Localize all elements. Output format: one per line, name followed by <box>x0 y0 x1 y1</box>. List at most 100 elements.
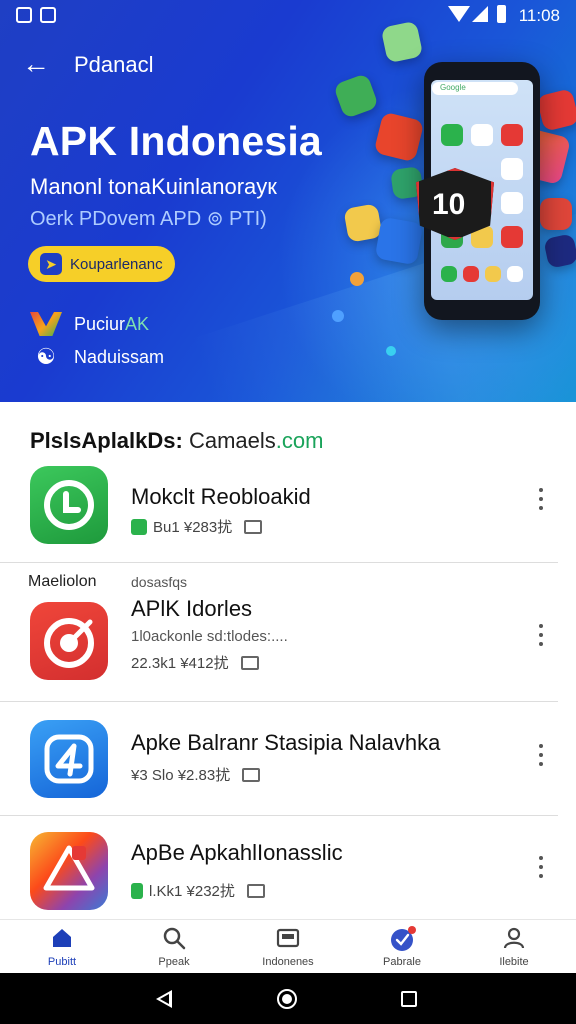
badge-number: 10 <box>432 188 466 221</box>
phone-app-icon <box>441 124 463 146</box>
more-options-icon[interactable] <box>536 624 546 646</box>
app-list-item[interactable]: Mokclt Reobloakid Bu1 ¥283扰 <box>0 466 576 562</box>
nav-apps[interactable]: Indonenes <box>238 926 338 968</box>
app-meta: 22.3k1 ¥412扰 <box>131 652 259 673</box>
hero-title: APK Indonesia <box>30 118 322 164</box>
phone-app-icon <box>501 124 523 146</box>
battery-icon <box>497 5 506 23</box>
check-badge-icon <box>390 926 416 951</box>
category-icon <box>131 518 147 535</box>
nav-search[interactable]: Ppeak <box>124 926 224 968</box>
system-home-icon-inner <box>282 994 292 1004</box>
app-icon <box>30 466 108 544</box>
app-meta-text: 22.3k1 ¥412扰 <box>131 655 229 672</box>
app-icon <box>30 720 108 798</box>
system-recents-icon[interactable] <box>401 991 417 1007</box>
drive-icon <box>43 845 95 891</box>
app-name: Mokclt Reobloakid <box>131 484 311 509</box>
wifi-icon <box>448 6 470 22</box>
clock-icon <box>44 480 94 530</box>
phone-app-icon <box>463 266 479 282</box>
phone-search-text: Google <box>440 83 466 92</box>
hero-badge-row: ☯ Naduissam <box>30 345 164 369</box>
app-name: Apke Balranr Stasipia Nalavhka <box>131 730 441 755</box>
app-list-item[interactable]: Apke Balranr Stasipia Nalavhka ¥3 Slo ¥2… <box>0 720 576 814</box>
app-meta-text: l.Kk1 ¥232扰 <box>149 883 235 900</box>
divider <box>0 562 558 563</box>
hero-badge-row: Puciur AK <box>30 312 149 336</box>
app-meta-text: ¥3 Slo ¥2.83扰 <box>131 767 231 784</box>
nav-label: Ilebite <box>499 956 529 968</box>
system-back-icon-inner <box>160 994 169 1004</box>
app-meta: l.Kk1 ¥232扰 <box>131 880 265 901</box>
hero-badge-accent: AK <box>125 313 150 334</box>
app-notification-icon <box>40 7 56 23</box>
search-icon <box>162 926 186 950</box>
number-four-icon <box>44 734 94 784</box>
nav-profile[interactable]: Ilebite <box>464 926 564 968</box>
app-list-item[interactable]: ApBe ApkahlIonasslic l.Kk1 ¥232扰 <box>0 832 576 918</box>
phone-app-icon <box>501 158 523 180</box>
decor-dot <box>350 272 364 286</box>
floating-app-icon <box>343 203 383 243</box>
hero-badge-text: Puciur <box>74 313 126 334</box>
nav-label: Indonenes <box>262 956 314 968</box>
nav-label: Pabrale <box>383 956 421 968</box>
target-icon <box>44 618 94 668</box>
w-logo-icon <box>30 312 62 336</box>
back-arrow-icon[interactable]: ← <box>22 50 52 80</box>
hero-cta-button[interactable]: ➤ Kouparlenanc <box>28 246 175 282</box>
app-meta: Bu1 ¥283扰 <box>131 516 263 537</box>
nav-home[interactable]: Pubitt <box>12 926 112 968</box>
notification-icon <box>16 7 32 23</box>
floating-app-icon <box>380 20 424 64</box>
app-list-item[interactable]: APlK Idorles 1l0ackonle sd:tlodes:.... 2… <box>0 596 576 700</box>
app-description: 1l0ackonle sd:tlodes:.... <box>131 628 288 645</box>
home-icon <box>50 926 74 950</box>
app-name: APlK Idorles <box>131 596 253 621</box>
decor-dot <box>386 346 396 356</box>
category-label: Maeliolon <box>28 573 97 590</box>
floating-app-icon <box>374 216 424 266</box>
phone-app-icon <box>441 266 457 282</box>
page-title: Pdanacl <box>74 52 154 77</box>
category-sublabel: dosasfqs <box>131 574 188 590</box>
people-icon: ☯ <box>36 344 56 369</box>
floating-app-icon <box>540 198 572 230</box>
phone-app-icon <box>501 226 523 248</box>
nav-label: Ppeak <box>158 956 190 968</box>
app-icon <box>30 832 108 910</box>
more-options-icon[interactable] <box>536 744 546 766</box>
more-options-icon[interactable] <box>536 488 546 510</box>
bottom-navigation: Pubitt Ppeak Indonenes Pabrale Ilebite <box>0 919 576 973</box>
more-options-icon[interactable] <box>536 856 546 878</box>
phone-app-icon <box>471 124 493 146</box>
hero-subtitle: Manonl tonaKuinlanoraук <box>30 174 277 199</box>
nav-updates[interactable]: Pabrale <box>352 926 452 968</box>
hero-badge-text: Naduissam <box>74 346 165 367</box>
section-title-tld: .com <box>275 428 324 453</box>
signal-icon <box>472 6 488 22</box>
device-icon <box>246 883 265 898</box>
phone-app-icon <box>507 266 523 282</box>
app-meta-text: Bu1 ¥283扰 <box>153 519 233 536</box>
section-title: PlslsAplalkDs: Camaels.com <box>30 428 323 454</box>
category-icon <box>131 882 143 899</box>
device-icon <box>242 767 261 782</box>
arrow-icon: ➤ <box>40 253 62 275</box>
section-title-domain: Camaels <box>188 428 276 453</box>
status-time: 11:08 <box>518 6 560 25</box>
divider <box>0 815 558 816</box>
device-icon <box>240 655 259 670</box>
person-icon <box>502 926 526 950</box>
status-bar: 11:08 <box>0 0 576 30</box>
divider <box>0 701 558 702</box>
phone-app-icon <box>501 192 523 214</box>
phone-app-icon <box>485 266 501 282</box>
decor-dot <box>332 310 344 322</box>
apps-icon <box>276 926 300 950</box>
hero-cta-label: Kouparlenanc <box>70 255 163 273</box>
device-icon <box>244 519 263 534</box>
section-title-bold: PlslsAplalkDs: <box>30 428 183 453</box>
app-icon <box>30 602 108 680</box>
